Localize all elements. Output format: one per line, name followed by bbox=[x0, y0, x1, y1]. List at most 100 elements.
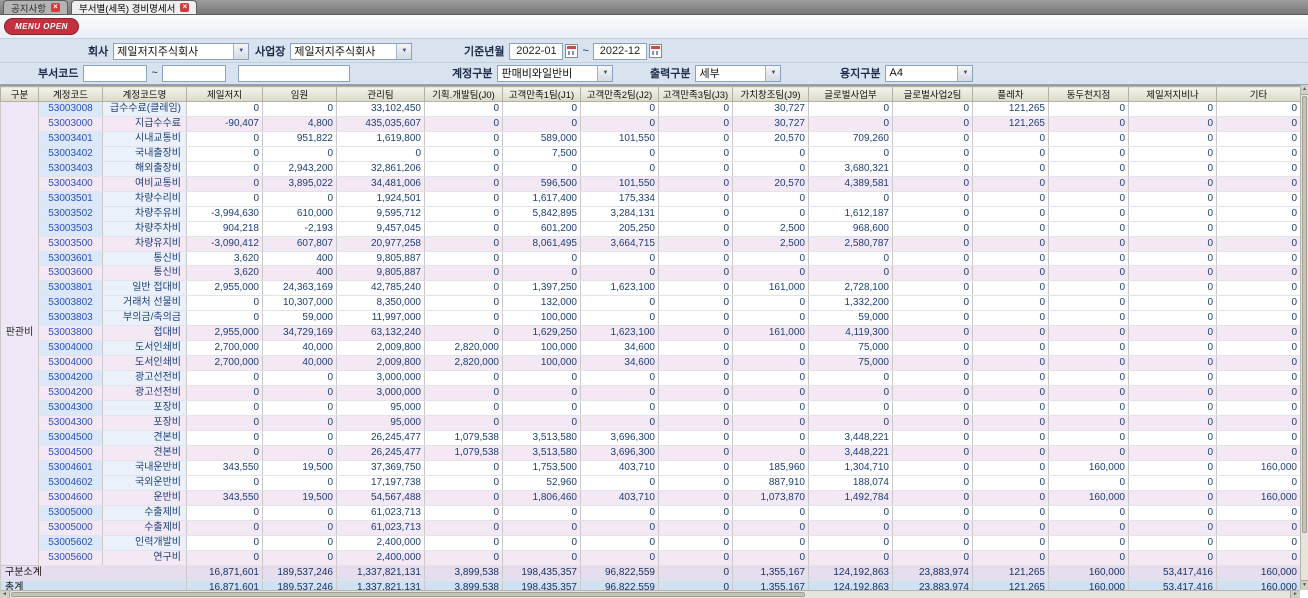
amount-cell[interactable]: 0 bbox=[262, 415, 337, 431]
amount-cell[interactable]: 0 bbox=[1048, 355, 1129, 372]
account-code-cell[interactable]: 53003008 bbox=[38, 101, 103, 117]
amount-cell[interactable]: 8,061,495 bbox=[502, 236, 581, 252]
amount-cell[interactable]: 0 bbox=[1216, 146, 1301, 162]
amount-cell[interactable]: 0 bbox=[580, 385, 659, 402]
amount-cell[interactable]: 160,000 bbox=[1048, 580, 1129, 590]
table-row[interactable]: 53003502 차량주유비 -3,994,630 610,000 9,595,712 0… bbox=[1, 206, 1301, 222]
amount-cell[interactable]: 0 bbox=[1048, 146, 1129, 162]
amount-cell[interactable]: 3,448,221 bbox=[808, 445, 893, 461]
amount-cell[interactable]: 121,265 bbox=[972, 101, 1049, 117]
amount-cell[interactable]: 3,899,538 bbox=[424, 580, 503, 590]
amount-cell[interactable]: 0 bbox=[808, 535, 893, 551]
amount-cell[interactable]: 0 bbox=[972, 236, 1049, 252]
company-select[interactable]: 제일저지주식회사 ▼ bbox=[113, 42, 250, 60]
amount-cell[interactable]: 0 bbox=[658, 340, 733, 357]
amount-cell[interactable]: 0 bbox=[732, 295, 809, 312]
table-row[interactable]: 53005000 수출제비 0 0 61,023,713 0 0 0 0 0 0 0 0 0 0 0 bbox=[1, 520, 1301, 536]
amount-cell[interactable]: 0 bbox=[892, 460, 973, 476]
amount-cell[interactable]: 0 bbox=[1216, 505, 1301, 521]
amount-cell[interactable]: 95,000 bbox=[336, 400, 425, 417]
amount-cell[interactable]: 1,397,250 bbox=[502, 280, 581, 297]
amount-cell[interactable]: 0 bbox=[1048, 280, 1129, 297]
amount-cell[interactable]: 0 bbox=[502, 520, 581, 536]
amount-cell[interactable]: 23,883,974 bbox=[892, 565, 973, 581]
amount-cell[interactable]: 34,729,169 bbox=[262, 325, 337, 342]
amount-cell[interactable]: 0 bbox=[732, 400, 809, 417]
output-type-select[interactable]: 세부 ▼ bbox=[695, 64, 782, 82]
period-to-input[interactable] bbox=[592, 42, 647, 60]
amount-cell[interactable]: 0 bbox=[972, 400, 1049, 417]
amount-cell[interactable]: 0 bbox=[658, 520, 733, 536]
amount-cell[interactable]: 160,000 bbox=[1216, 580, 1301, 590]
amount-cell[interactable]: 0 bbox=[892, 430, 973, 446]
account-name-cell[interactable]: 차량유지비 bbox=[102, 236, 187, 252]
amount-cell[interactable]: 0 bbox=[732, 146, 809, 162]
amount-cell[interactable]: 132,000 bbox=[502, 295, 581, 312]
amount-cell[interactable]: 0 bbox=[972, 445, 1049, 461]
amount-cell[interactable]: 0 bbox=[808, 385, 893, 402]
amount-cell[interactable]: 3,696,300 bbox=[580, 445, 659, 461]
amount-cell[interactable]: 0 bbox=[972, 206, 1049, 222]
amount-cell[interactable]: 0 bbox=[892, 206, 973, 222]
amount-cell[interactable]: 1,612,187 bbox=[808, 206, 893, 222]
amount-cell[interactable]: 0 bbox=[1048, 251, 1129, 267]
account-code-cell[interactable]: 53003000 bbox=[38, 116, 103, 132]
account-name-cell[interactable]: 일반 접대비 bbox=[102, 280, 187, 297]
amount-cell[interactable]: 0 bbox=[1048, 430, 1129, 446]
amount-cell[interactable]: 3,696,300 bbox=[580, 430, 659, 446]
column-header[interactable]: 플레차 bbox=[972, 86, 1049, 102]
amount-cell[interactable]: 0 bbox=[424, 325, 503, 342]
amount-cell[interactable]: 0 bbox=[424, 280, 503, 297]
amount-cell[interactable]: 0 bbox=[732, 415, 809, 431]
amount-cell[interactable]: 0 bbox=[972, 415, 1049, 431]
amount-cell[interactable]: 0 bbox=[1128, 520, 1217, 536]
column-header[interactable]: 기획.개발팀(J0) bbox=[424, 86, 503, 102]
amount-cell[interactable]: 0 bbox=[658, 370, 733, 387]
amount-cell[interactable]: 0 bbox=[262, 191, 337, 207]
account-name-cell[interactable]: 통신비 bbox=[102, 265, 187, 282]
amount-cell[interactable]: 121,265 bbox=[972, 565, 1049, 581]
amount-cell[interactable]: 0 bbox=[972, 430, 1049, 446]
account-code-cell[interactable]: 53004601 bbox=[38, 460, 103, 476]
amount-cell[interactable]: 0 bbox=[1128, 340, 1217, 357]
amount-cell[interactable]: 0 bbox=[262, 370, 337, 387]
amount-cell[interactable]: 160,000 bbox=[1048, 460, 1129, 476]
account-code-cell[interactable]: 53005000 bbox=[38, 505, 103, 521]
amount-cell[interactable]: 0 bbox=[1216, 370, 1301, 387]
amount-cell[interactable]: 0 bbox=[892, 445, 973, 461]
amount-cell[interactable]: 185,960 bbox=[732, 460, 809, 476]
amount-cell[interactable]: 0 bbox=[658, 101, 733, 117]
amount-cell[interactable]: 0 bbox=[658, 295, 733, 312]
amount-cell[interactable]: 0 bbox=[892, 490, 973, 506]
amount-cell[interactable]: 0 bbox=[1128, 206, 1217, 222]
amount-cell[interactable]: 1,073,870 bbox=[732, 490, 809, 506]
amount-cell[interactable]: 0 bbox=[186, 131, 263, 147]
table-row[interactable]: 53004500 견본비 0 0 26,245,477 1,079,538 3,513,58… bbox=[1, 445, 1301, 461]
amount-cell[interactable]: 0 bbox=[424, 116, 503, 132]
amount-cell[interactable]: 0 bbox=[502, 265, 581, 282]
amount-cell[interactable]: 0 bbox=[1216, 265, 1301, 282]
amount-cell[interactable]: 1,623,100 bbox=[580, 325, 659, 342]
amount-cell[interactable]: 0 bbox=[808, 505, 893, 521]
amount-cell[interactable]: 1,617,400 bbox=[502, 191, 581, 207]
amount-cell[interactable]: 0 bbox=[808, 400, 893, 417]
amount-cell[interactable]: 0 bbox=[1216, 520, 1301, 536]
amount-cell[interactable]: 0 bbox=[1128, 535, 1217, 551]
amount-cell[interactable]: 0 bbox=[424, 370, 503, 387]
amount-cell[interactable]: 601,200 bbox=[502, 221, 581, 237]
amount-cell[interactable]: 3,513,580 bbox=[502, 430, 581, 446]
account-code-cell[interactable]: 53003501 bbox=[38, 191, 103, 207]
amount-cell[interactable]: 53,417,416 bbox=[1128, 565, 1217, 581]
amount-cell[interactable]: 0 bbox=[658, 535, 733, 551]
amount-cell[interactable]: 16,871,601 bbox=[186, 580, 263, 590]
column-header[interactable]: 동두천지점 bbox=[1048, 86, 1129, 102]
amount-cell[interactable]: 0 bbox=[972, 265, 1049, 282]
total-row[interactable]: 총계 16,871,601 189,537,246 1,337,821,131 3,89… bbox=[0, 580, 1301, 590]
amount-cell[interactable]: 175,334 bbox=[580, 191, 659, 207]
amount-cell[interactable]: 0 bbox=[808, 116, 893, 132]
amount-cell[interactable]: 95,000 bbox=[336, 415, 425, 431]
amount-cell[interactable]: 61,023,713 bbox=[336, 505, 425, 521]
amount-cell[interactable]: 34,600 bbox=[580, 340, 659, 357]
amount-cell[interactable]: 20,570 bbox=[732, 176, 809, 192]
amount-cell[interactable]: 0 bbox=[892, 176, 973, 192]
